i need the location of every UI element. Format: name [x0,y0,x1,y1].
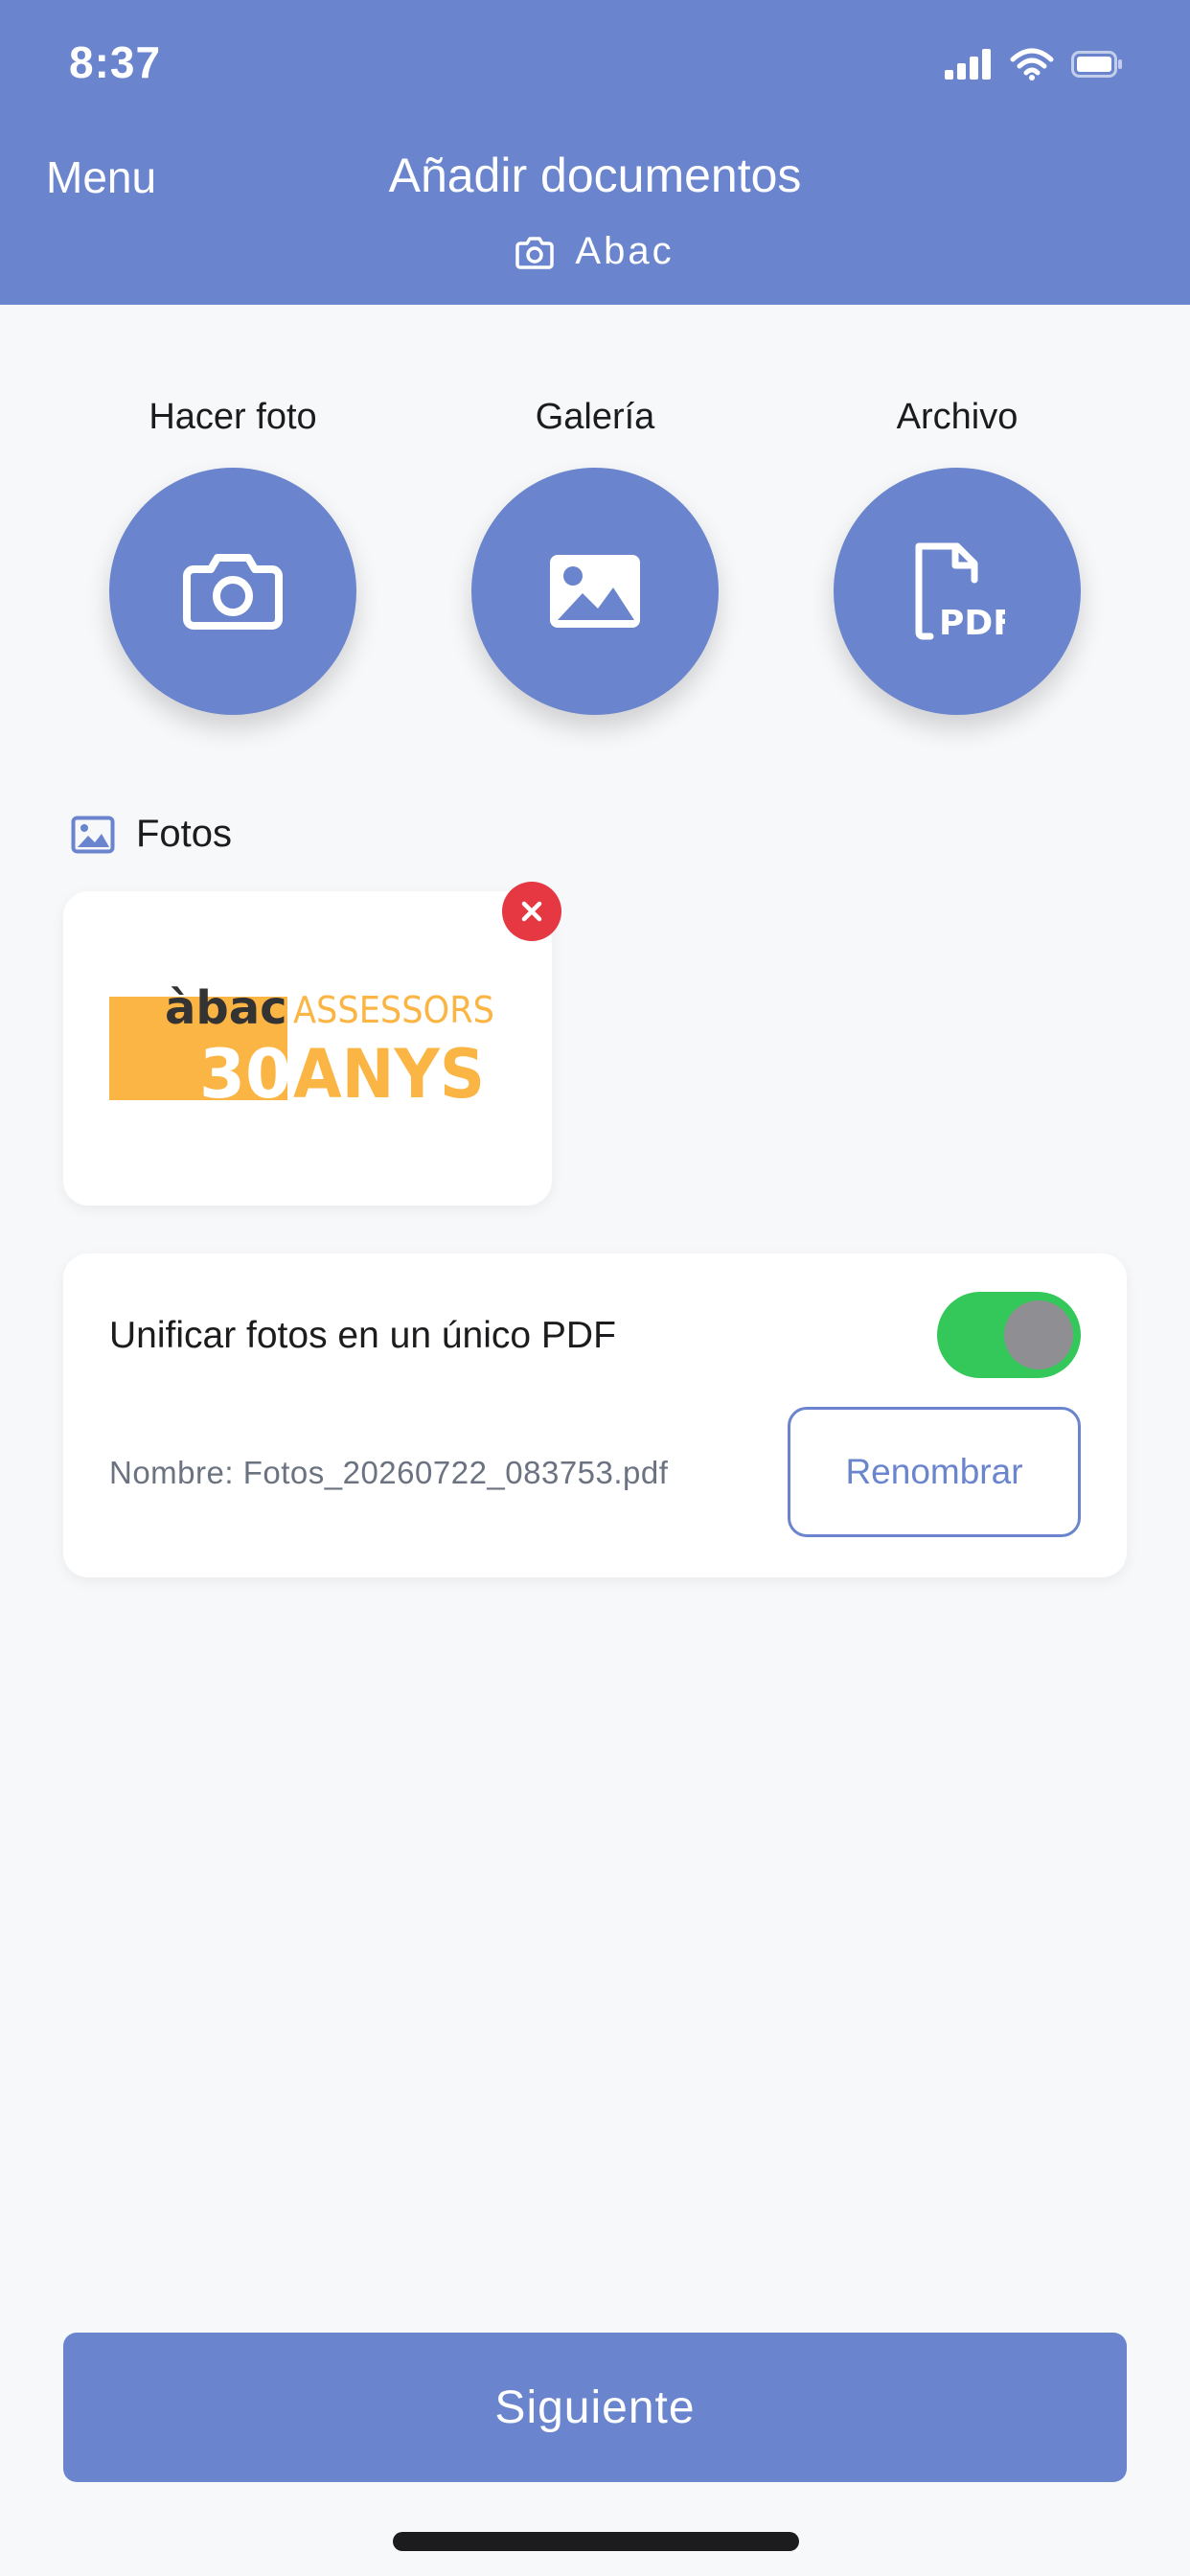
wifi-icon [1010,48,1054,80]
gallery-button[interactable] [471,468,719,715]
rename-button[interactable]: Renombrar [788,1407,1081,1537]
svg-text:àbac: àbac [165,981,287,1035]
image-icon [550,555,640,628]
screen: 8:37 Menu Añadir documentos Abac Hacer f… [0,0,1190,2576]
take-photo-action[interactable]: Hacer foto [89,393,377,715]
status-time: 8:37 [69,37,162,87]
toggle-knob [1004,1300,1073,1369]
remove-photo-button[interactable] [502,882,561,941]
page-title: Añadir documentos [388,149,802,202]
svg-text:ASSESSORS: ASSESSORS [293,989,494,1031]
home-indicator [393,2532,799,2551]
close-icon [521,901,542,922]
signal-icon [945,49,991,80]
svg-text:ANYS: ANYS [293,1035,485,1114]
gallery-action[interactable]: Galería [451,393,739,715]
page-subtitle: Abac [0,230,1190,273]
pdf-name-text: Nombre: Fotos_20260722_083753.pdf [109,1455,669,1490]
svg-text:30: 30 [199,1035,291,1114]
unify-pdf-card: Unificar fotos en un único PDF Nombre: F… [63,1254,1127,1577]
pdf-file-icon: PDF [915,542,1005,641]
photos-section-header: Fotos [71,813,232,856]
svg-text:PDF: PDF [939,604,1005,641]
take-photo-label: Hacer foto [149,397,317,437]
file-label: Archivo [896,397,1018,437]
camera-icon [515,236,555,269]
file-button[interactable]: PDF [834,468,1081,715]
next-button[interactable]: Siguiente [63,2333,1127,2482]
photo-thumbnail[interactable]: àbac ASSESSORS 30 ANYS [63,891,552,1206]
unify-pdf-label: Unificar fotos en un único PDF [109,1315,616,1356]
header: 8:37 Menu Añadir documentos Abac [0,0,1190,305]
file-action[interactable]: Archivo PDF [813,393,1101,715]
gallery-label: Galería [535,397,655,437]
photos-section-title: Fotos [136,813,233,855]
abac-logo-image: àbac ASSESSORS 30 ANYS [109,981,494,1114]
take-photo-button[interactable] [109,468,356,715]
battery-icon [1071,51,1122,78]
unify-pdf-toggle[interactable] [937,1292,1081,1378]
status-icons [945,48,1123,80]
subtitle-label: Abac [575,230,675,272]
camera-icon [183,554,283,630]
image-icon [71,816,115,853]
